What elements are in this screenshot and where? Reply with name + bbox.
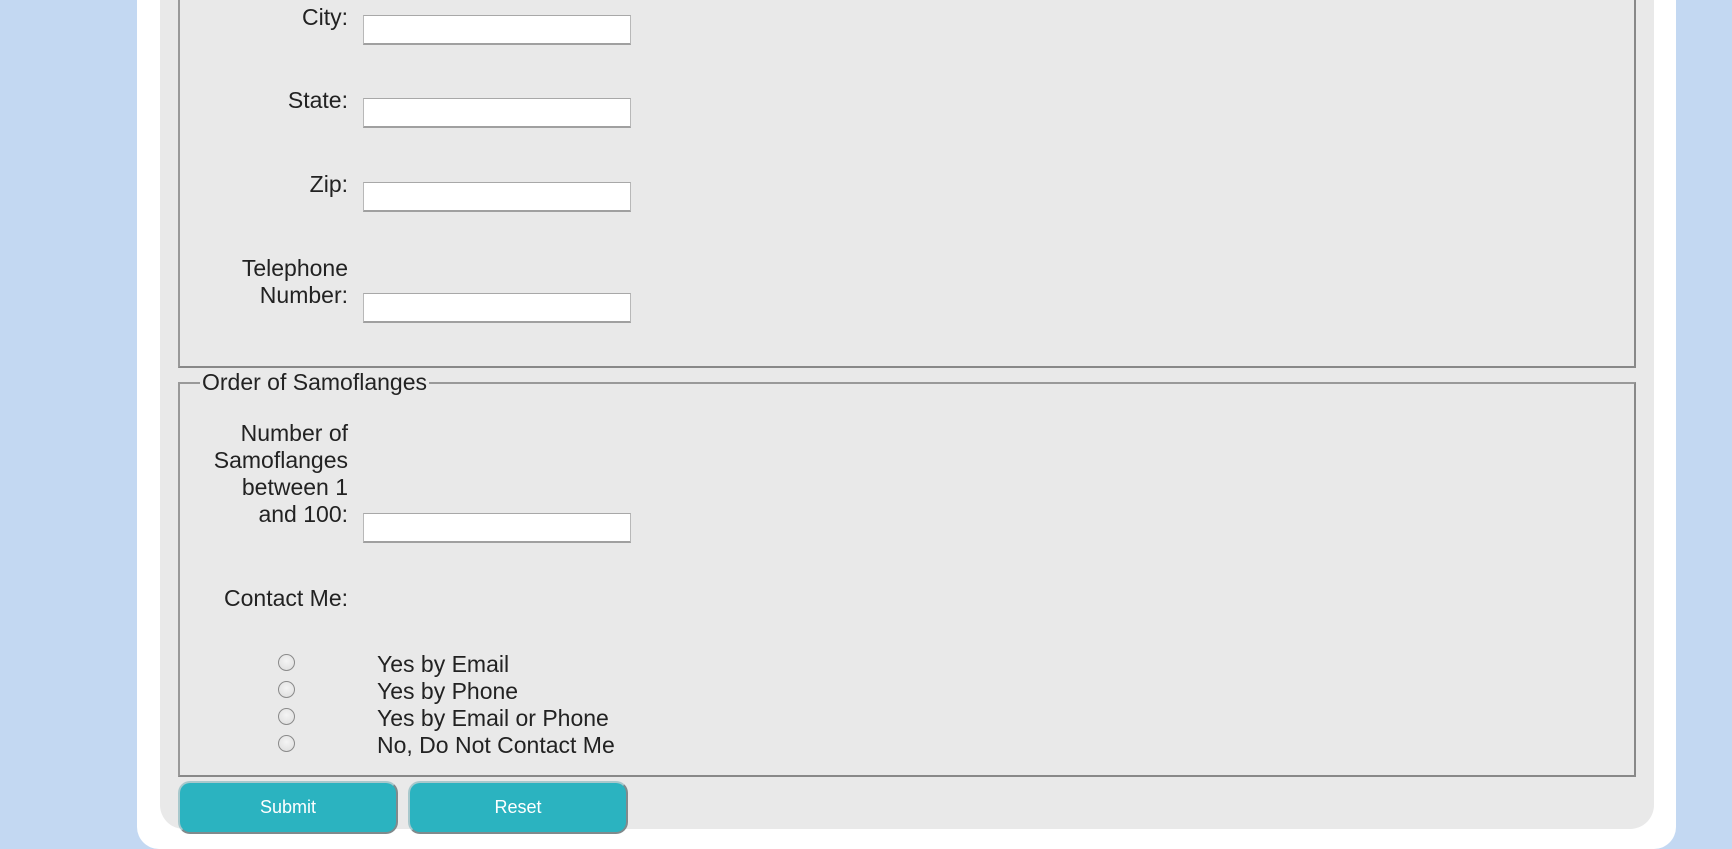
state-input[interactable] xyxy=(363,98,631,128)
city-input[interactable] xyxy=(363,15,631,45)
order-legend: Order of Samoflanges xyxy=(200,368,430,396)
telephone-label-line1: Telephone xyxy=(241,255,348,281)
city-label: City: xyxy=(302,4,348,30)
submit-button[interactable]: Submit xyxy=(178,781,398,834)
contact-email-label: Yes by Email xyxy=(377,651,510,677)
quantity-label-line4: and 100: xyxy=(258,501,348,527)
reset-button[interactable]: Reset xyxy=(408,781,628,834)
page: City: State: Zip: Telephone Number: Orde… xyxy=(0,0,1732,849)
quantity-input[interactable] xyxy=(363,513,631,543)
contact-phone-label: Yes by Phone xyxy=(377,678,519,704)
quantity-label-line1: Number of xyxy=(240,420,348,446)
contact-none-label: No, Do Not Contact Me xyxy=(377,732,615,758)
contact-email-radio[interactable] xyxy=(278,654,295,671)
zip-input[interactable] xyxy=(363,182,631,212)
contact-none-radio[interactable] xyxy=(278,735,295,752)
contact-email-or-phone-label: Yes by Email or Phone xyxy=(377,705,609,731)
quantity-label-line2: Samoflanges xyxy=(213,447,348,473)
telephone-input[interactable] xyxy=(363,293,631,323)
contact-label: Contact Me: xyxy=(224,585,348,611)
telephone-label-line2: Number: xyxy=(259,282,348,308)
contact-email-or-phone-radio[interactable] xyxy=(278,708,295,725)
state-label: State: xyxy=(287,87,348,113)
contact-phone-radio[interactable] xyxy=(278,681,295,698)
quantity-label-line3: between 1 xyxy=(241,474,348,500)
zip-label: Zip: xyxy=(309,171,348,197)
